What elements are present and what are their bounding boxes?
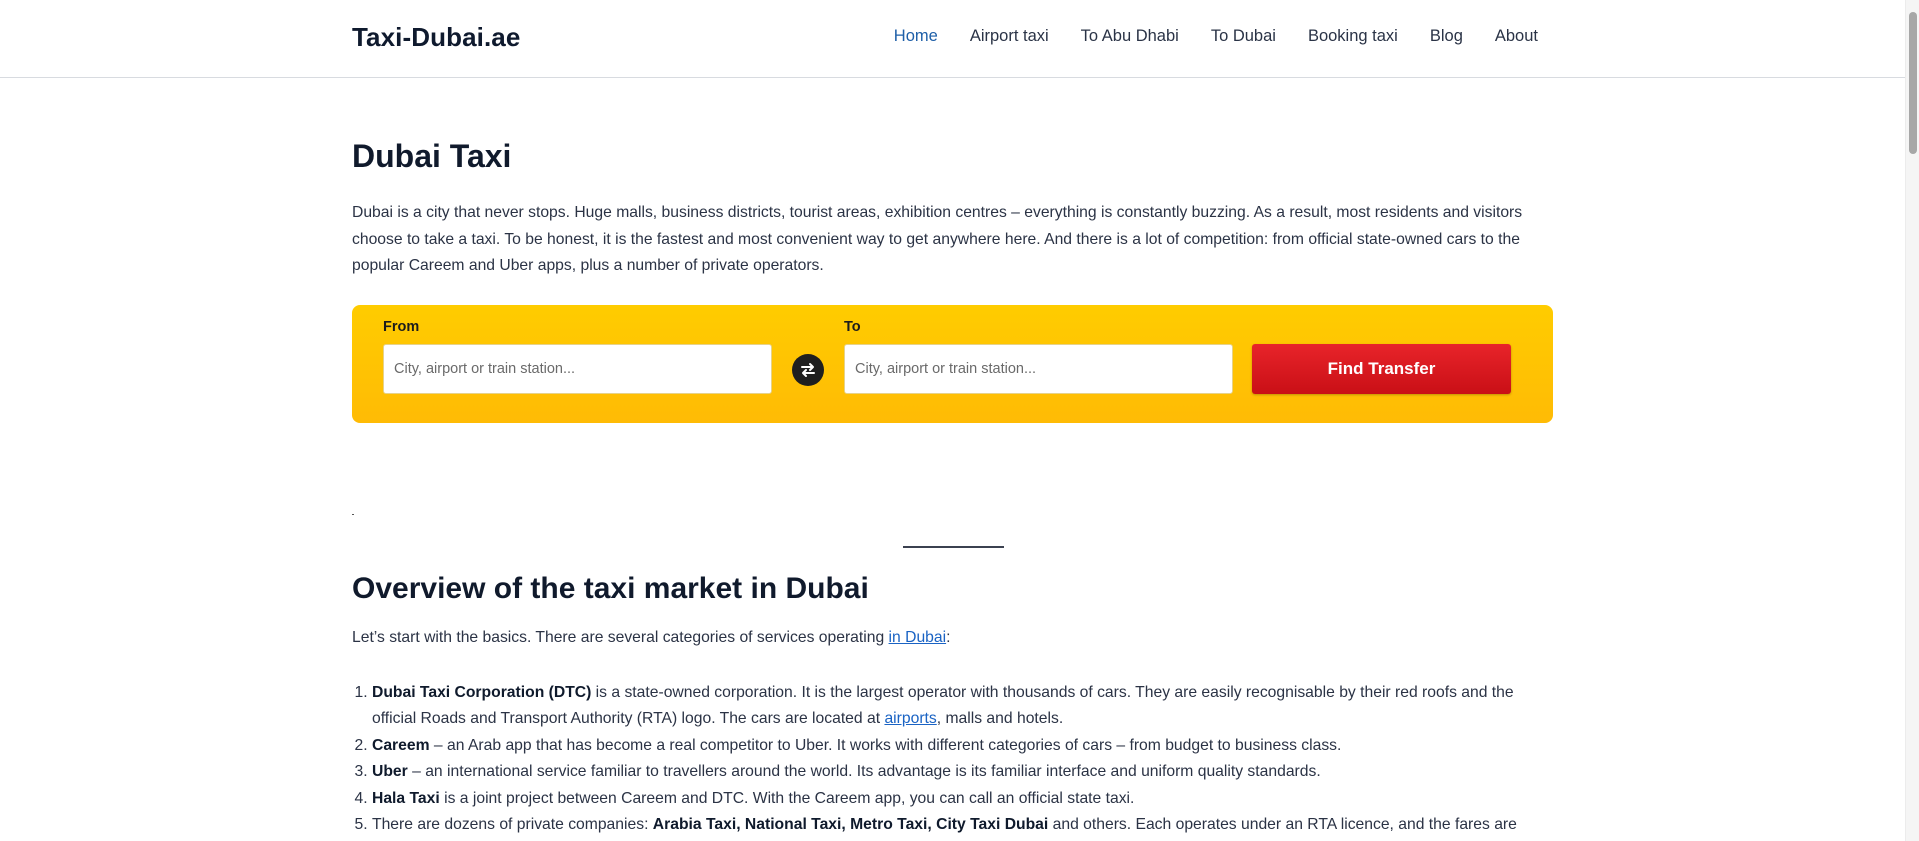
nav-airport-taxi[interactable]: Airport taxi bbox=[970, 27, 1049, 46]
nav-about[interactable]: About bbox=[1495, 27, 1538, 46]
nav-booking-taxi[interactable]: Booking taxi bbox=[1308, 27, 1398, 46]
item-bold: Dubai Taxi Corporation (DTC) bbox=[372, 684, 592, 701]
section-divider bbox=[903, 546, 1004, 548]
item-text: – an international service familiar to t… bbox=[407, 763, 1321, 781]
list-item: Hala Taxi is a joint project between Car… bbox=[372, 786, 1553, 812]
nav-to-dubai[interactable]: To Dubai bbox=[1211, 27, 1276, 46]
swap-arrows-icon bbox=[801, 363, 815, 377]
nav-to-abu-dhabi[interactable]: To Abu Dhabi bbox=[1081, 27, 1179, 46]
from-input[interactable] bbox=[383, 344, 772, 394]
nav-blog[interactable]: Blog bbox=[1430, 27, 1463, 46]
airports-link[interactable]: airports bbox=[884, 710, 936, 727]
decorative-dot bbox=[352, 514, 354, 515]
site-logo[interactable]: Taxi-Dubai.ae bbox=[352, 22, 520, 53]
item-bold: Uber bbox=[372, 763, 408, 781]
find-transfer-button[interactable]: Find Transfer bbox=[1252, 344, 1511, 394]
overview-lead-text: Let’s start with the basics. There are s… bbox=[352, 629, 889, 646]
item-text-after: , malls and hotels. bbox=[936, 710, 1064, 728]
item-bold: Careem bbox=[372, 736, 430, 754]
item-pre: There are dozens of private companies: bbox=[372, 816, 653, 834]
page-title: Dubai Taxi bbox=[352, 138, 512, 174]
item-text: and others. Each operates under an RTA l… bbox=[1048, 816, 1517, 834]
page-scrollbar[interactable] bbox=[1905, 0, 1919, 841]
taxi-categories-list: Dubai Taxi Corporation (DTC) is a state-… bbox=[352, 680, 1553, 838]
list-item: There are dozens of private companies: A… bbox=[372, 812, 1553, 838]
item-text: – an Arab app that has become a real com… bbox=[429, 736, 1342, 754]
item-bold: Hala Taxi bbox=[372, 789, 440, 807]
overview-lead-end: : bbox=[946, 629, 951, 646]
item-bold: Arabia Taxi, National Taxi, Metro Taxi, … bbox=[652, 816, 1049, 834]
site-header: Taxi-Dubai.ae Home Airport taxi To Abu D… bbox=[0, 0, 1905, 78]
to-input[interactable] bbox=[844, 344, 1233, 394]
to-label: To bbox=[844, 319, 861, 335]
item-text: is a joint project between Careem and DT… bbox=[439, 789, 1135, 807]
intro-paragraph: Dubai is a city that never stops. Huge m… bbox=[352, 204, 1523, 274]
list-item: Dubai Taxi Corporation (DTC) is a state-… bbox=[372, 680, 1553, 733]
overview-heading: Overview of the taxi market in Dubai bbox=[352, 572, 869, 605]
transfer-search-form: From To Find Transfer bbox=[352, 305, 1553, 423]
list-item: Uber – an international service familiar… bbox=[372, 759, 1553, 785]
in-dubai-link[interactable]: in Dubai bbox=[889, 629, 947, 646]
nav-home[interactable]: Home bbox=[894, 27, 938, 46]
main-nav: Home Airport taxi To Abu Dhabi To Dubai … bbox=[862, 27, 1538, 46]
scrollbar-thumb[interactable] bbox=[1909, 12, 1917, 154]
swap-button[interactable] bbox=[792, 354, 824, 386]
from-label: From bbox=[383, 319, 420, 335]
overview-lead: Let’s start with the basics. There are s… bbox=[352, 629, 950, 647]
list-item: Careem – an Arab app that has become a r… bbox=[372, 733, 1553, 759]
